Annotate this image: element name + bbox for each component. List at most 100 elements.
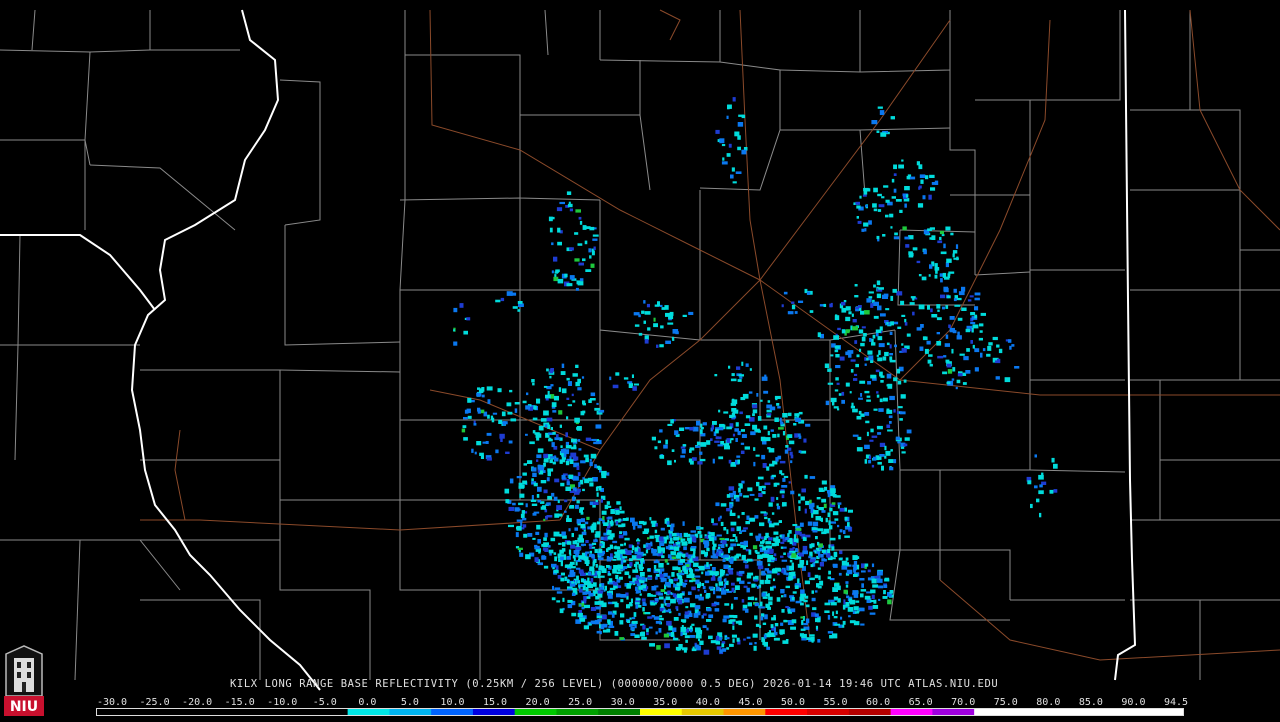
echo-pixel [797,578,800,584]
echo-pixel [850,359,856,362]
echo-pixel [942,306,945,310]
echo-pixel [565,441,569,446]
echo-pixel [626,550,632,555]
echo-pixel [566,191,572,195]
echo-pixel [531,467,537,472]
echo-pixel [731,408,737,412]
echo-pixel [666,603,670,607]
echo-pixel [929,363,933,367]
echo-pixel [543,458,549,463]
echo-pixel [674,567,681,570]
echo-pixel [829,507,833,512]
echo-pixel [715,502,720,507]
echo-pixel [768,448,775,453]
echo-pixel [878,350,881,356]
echo-pixel [803,623,808,626]
echo-pixel [453,329,456,332]
echo-pixel [583,625,589,630]
echo-pixel [833,406,839,409]
echo-pixel [641,636,647,640]
echo-pixel [581,376,585,379]
echo-pixel [499,433,505,439]
echo-pixel [616,501,621,505]
echo-pixel [927,359,932,364]
echo-pixel [765,532,769,538]
echo-pixel [926,340,931,345]
echo-pixel [883,584,888,588]
echo-pixel [572,589,577,593]
echo-pixel [674,586,681,591]
echo-pixel [554,556,557,562]
echo-pixel [966,325,973,329]
echo-pixel [651,548,654,553]
echo-pixel [543,565,549,569]
echo-pixel [560,482,565,487]
echo-pixel [783,552,786,555]
echo-pixel [564,565,571,568]
echo-pixel [507,411,513,415]
echo-pixel [893,164,897,170]
echo-pixel [525,554,531,560]
echo-pixel [662,549,665,554]
echo-pixel [702,586,706,590]
echo-pixel [736,543,741,546]
echo-pixel [701,427,704,430]
echo-pixel [641,310,645,314]
echo-pixel [615,574,619,579]
echo-pixel [715,586,720,592]
echo-pixel [961,307,967,311]
echo-pixel [876,391,879,394]
echo-pixel [726,494,731,498]
echo-pixel [934,263,938,267]
echo-pixel [596,615,603,619]
echo-pixel [682,582,688,585]
echo-pixel [848,311,852,315]
echo-pixel [864,563,869,567]
echo-pixel [936,317,942,321]
echo-pixel [607,592,612,596]
echo-pixel [685,552,689,557]
echo-pixel [761,454,766,460]
echo-pixel [817,567,821,570]
echo-pixel [937,309,940,312]
echo-pixel [755,551,760,554]
echo-pixel [776,597,781,602]
echo-pixel [828,520,831,526]
echo-pixel [647,576,653,580]
echo-pixel [640,580,645,584]
echo-pixel [814,574,819,579]
echo-pixel [552,431,556,435]
echo-pixel [546,368,549,372]
echo-pixel [712,546,716,551]
echo-pixel [612,581,618,586]
echo-pixel [695,594,700,599]
echo-pixel [753,645,757,651]
echo-pixel [811,513,814,518]
echo-pixel [837,408,840,411]
echo-pixel [827,548,831,554]
echo-pixel [872,334,876,339]
echo-pixel [630,627,635,631]
echo-pixel [635,598,641,601]
echo-pixel [629,562,633,567]
echo-pixel [805,595,809,599]
echo-pixel [570,566,576,569]
echo-pixel [615,510,620,515]
echo-pixel [881,196,885,199]
echo-pixel [952,367,956,372]
echo-pixel [827,614,831,620]
echo-pixel [552,461,556,465]
echo-pixel [864,459,868,464]
echo-pixel [872,203,877,208]
echo-pixel [974,297,980,301]
echo-pixel [827,512,831,517]
echo-pixel [697,531,702,534]
echo-pixel [480,455,484,459]
echo-pixel [564,499,568,503]
echo-pixel [767,400,771,403]
echo-pixel [790,490,795,495]
echo-pixel [704,580,710,584]
echo-pixel [893,188,897,193]
echo-pixel [879,454,885,457]
echo-pixel [584,521,589,525]
